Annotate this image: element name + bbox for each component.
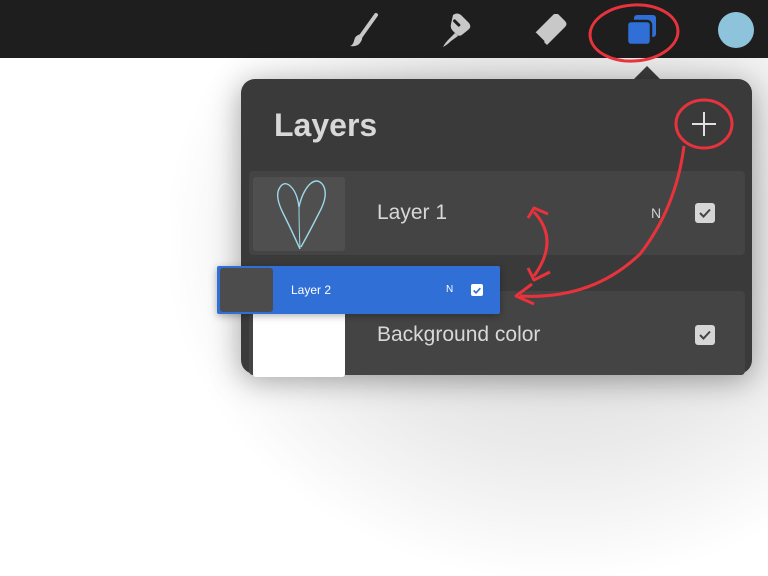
dragged-layer[interactable]: Layer 2 N (217, 266, 500, 314)
heart-sketch-icon (276, 180, 326, 250)
layer-name: Background color (377, 323, 541, 346)
visibility-checkbox[interactable] (471, 284, 483, 296)
visibility-checkbox[interactable] (695, 325, 715, 345)
layers-icon (625, 13, 658, 47)
brush-icon (350, 13, 378, 47)
layer-name: Layer 2 (291, 283, 332, 297)
layer-name: Layer 1 (377, 201, 448, 224)
visibility-checkbox[interactable] (695, 203, 715, 223)
top-toolbar (0, 0, 768, 58)
smudge-tool-button[interactable] (437, 10, 477, 50)
panel-title: Layers (274, 107, 378, 143)
current-color-swatch[interactable] (718, 12, 754, 48)
eraser-icon (534, 14, 567, 45)
layers-panel: Layers Layer 1 N Background color (241, 79, 752, 377)
layers-tool-button[interactable] (622, 10, 662, 50)
blend-mode-button[interactable]: N (651, 205, 661, 221)
panel-pointer (633, 66, 661, 80)
layer-thumbnail (253, 177, 345, 251)
add-layer-button[interactable] (687, 107, 721, 141)
smudge-icon (443, 13, 471, 47)
checkmark-icon (699, 330, 711, 340)
brush-tool-button[interactable] (344, 10, 384, 50)
layer-thumbnail (220, 268, 273, 312)
layer-thumbnail (253, 307, 345, 377)
checkmark-icon (473, 287, 481, 294)
plus-icon (692, 112, 716, 136)
checkmark-icon (699, 208, 711, 218)
eraser-tool-button[interactable] (530, 10, 570, 50)
blend-mode-button[interactable]: N (446, 284, 453, 295)
layer-row[interactable]: Layer 1 N (249, 171, 745, 255)
